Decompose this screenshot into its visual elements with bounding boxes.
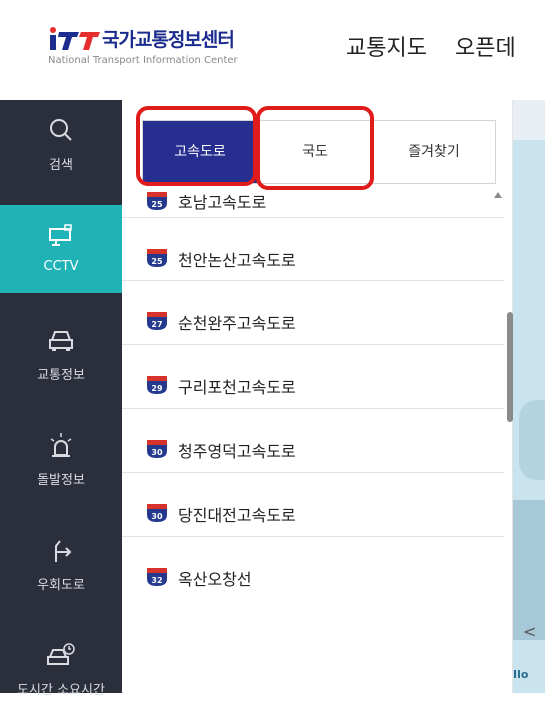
map-prev-arrow[interactable]: <: [523, 622, 536, 641]
car-clock-icon: [47, 643, 75, 665]
shield-number: 25: [151, 257, 163, 266]
list-item[interactable]: 29 구리포천고속도로: [122, 345, 504, 409]
sidebar-item-incident[interactable]: 돌발정보: [0, 415, 122, 503]
expressway-shield-icon: 29: [147, 376, 167, 394]
expressway-shield-icon: 32: [147, 568, 167, 586]
expressway-shield-icon: 25: [147, 192, 167, 210]
road-name: 구리포천고속도로: [178, 378, 296, 397]
sidebar-item-travel-time[interactable]: 도시간 소요시간: [0, 625, 122, 713]
shield-number: 27: [151, 320, 162, 329]
list-item[interactable]: 32 옥산오창선: [122, 537, 504, 600]
sidebar-item-detour[interactable]: 우회도로: [0, 520, 122, 608]
map-area[interactable]: < Ilo: [513, 100, 545, 693]
road-name: 순천완주고속도로: [178, 314, 296, 333]
sidebar-item-label: 도시간 소요시간: [17, 683, 105, 698]
list-item[interactable]: 30 청주영덕고속도로: [122, 409, 504, 473]
shield-number: 29: [151, 384, 163, 393]
map-label: Ilo: [513, 668, 529, 681]
shield-number: 30: [151, 448, 163, 457]
highlight-box-expressway: [136, 106, 257, 186]
sidebar-item-traffic-info[interactable]: 교통정보: [0, 310, 122, 398]
road-name: 호남고속도로: [178, 193, 267, 212]
search-icon: [50, 119, 72, 141]
cctv-road-panel: 고속도로 국도 즐겨찾기 25 호남고속도로 25 천안논산고속도로 27 순천…: [122, 100, 513, 693]
detour-arrow-icon: [55, 540, 72, 562]
map-top-bar: [513, 100, 545, 140]
its-logo[interactable]: 국가교통정보센터 National Transport Information …: [48, 26, 258, 70]
road-name: 청주영덕고속도로: [178, 442, 296, 461]
tab-favorites[interactable]: 즐겨찾기: [373, 121, 495, 183]
sidebar-item-cctv[interactable]: CCTV: [0, 205, 122, 293]
shield-number: 25: [151, 200, 163, 209]
sidebar-item-label: 교통정보: [37, 368, 85, 383]
expressway-shield-icon: 25: [147, 249, 167, 267]
nav-traffic-map[interactable]: 교통지도: [346, 30, 427, 62]
map-land: [519, 400, 545, 480]
logo-subtitle: National Transport Information Center: [48, 55, 238, 66]
expressway-shield-icon: 30: [147, 504, 167, 522]
road-name: 천안논산고속도로: [178, 251, 296, 270]
alert-siren-icon: [50, 433, 72, 457]
expressway-shield-icon: 27: [147, 312, 167, 330]
highlight-box-national-road: [256, 106, 374, 190]
sidebar-item-label: 돌발정보: [37, 473, 85, 488]
sidebar-item-label: 우회도로: [37, 578, 85, 593]
its-logo-mark: [50, 27, 100, 50]
list-item[interactable]: 30 당진대전고속도로: [122, 473, 504, 537]
shield-number: 30: [151, 512, 163, 521]
sidebar: 검색 CCTV 교통정보 돌발정보 우회도로 도시간 소요시간: [0, 100, 122, 698]
sidebar-item-label: 검색: [49, 158, 73, 173]
sidebar-item-label: CCTV: [43, 259, 79, 274]
list-item[interactable]: 27 순천완주고속도로: [122, 281, 504, 345]
expressway-shield-icon: 30: [147, 440, 167, 458]
logo-title: 국가교통정보센터: [102, 29, 235, 51]
car-icon: [49, 331, 73, 351]
list-item[interactable]: 25 천안논산고속도로: [122, 217, 504, 281]
header: 국가교통정보센터 National Transport Information …: [0, 0, 545, 101]
map-land: [513, 500, 545, 640]
scroll-up-arrow-icon[interactable]: [494, 192, 502, 198]
road-list: 25 호남고속도로 25 천안논산고속도로 27 순천완주고속도로 29 구리포…: [122, 184, 504, 693]
road-name: 옥산오창선: [178, 570, 252, 589]
road-name: 당진대전고속도로: [178, 506, 296, 525]
cctv-icon: [49, 224, 72, 246]
sidebar-item-search[interactable]: 검색: [0, 100, 122, 188]
nav-open-data[interactable]: 오픈데: [455, 30, 516, 62]
shield-number: 32: [151, 576, 162, 585]
